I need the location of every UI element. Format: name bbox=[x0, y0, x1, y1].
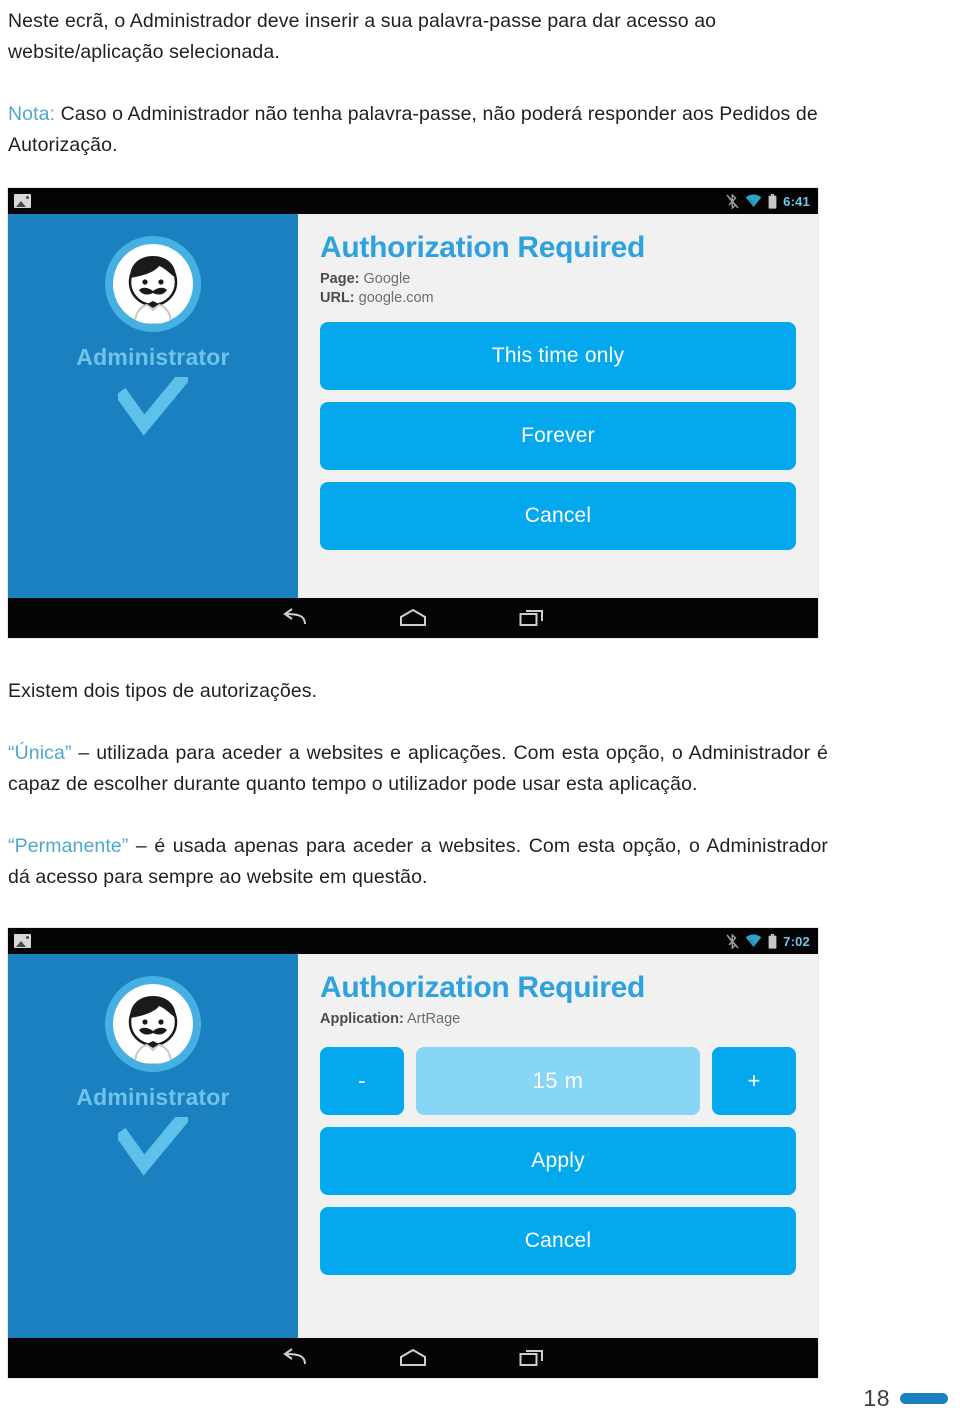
type-single-label: “Única” bbox=[8, 742, 72, 764]
user-sidebar: Administrator bbox=[8, 954, 298, 1338]
document-page: Neste ecrã, o Administrador deve inserir… bbox=[0, 0, 960, 1426]
image-icon bbox=[14, 934, 31, 948]
type-permanent-text: – é usada apenas para aceder a websites.… bbox=[8, 835, 828, 888]
navigation-bar bbox=[8, 1338, 818, 1378]
checkmark-icon bbox=[114, 369, 192, 442]
decrement-duration-button[interactable]: - bbox=[320, 1046, 404, 1115]
wifi-icon bbox=[745, 194, 762, 207]
home-icon[interactable] bbox=[399, 1348, 427, 1368]
battery-icon bbox=[768, 193, 777, 209]
administrator-label: Administrator bbox=[76, 344, 230, 370]
screenshot-authorization-website: 6:41 Administrator Authorization Require… bbox=[8, 188, 818, 638]
page-number: 18 bbox=[863, 1385, 890, 1411]
note-text: Caso o Administrador não tenha palavra-p… bbox=[8, 103, 818, 156]
screen-body: Administrator Authorization Required Pag… bbox=[8, 214, 818, 598]
cancel-button[interactable]: Cancel bbox=[320, 481, 796, 550]
checkmark-icon bbox=[114, 1109, 192, 1182]
back-icon[interactable] bbox=[281, 608, 307, 628]
page-footer: 18 bbox=[863, 1385, 948, 1412]
meta-page-label: Page: bbox=[320, 270, 360, 287]
meta-page-value: Google bbox=[359, 270, 411, 287]
administrator-avatar-icon bbox=[105, 236, 201, 332]
increment-duration-button[interactable]: + bbox=[712, 1046, 796, 1115]
page-title: Authorization Required bbox=[320, 971, 646, 1004]
duration-stepper: - 15 m + bbox=[320, 1046, 796, 1115]
status-bar-left bbox=[14, 194, 31, 208]
status-bar-right: 6:41 bbox=[726, 193, 810, 209]
meta-url-value: google.com bbox=[354, 289, 434, 306]
this-time-only-button[interactable]: This time only bbox=[320, 321, 796, 390]
meta-application-label: Application: bbox=[320, 1010, 404, 1027]
status-bar: 6:41 bbox=[8, 188, 818, 214]
battery-icon bbox=[768, 933, 777, 949]
apply-button[interactable]: Apply bbox=[320, 1126, 796, 1195]
status-bar-right: 7:02 bbox=[726, 933, 810, 949]
cancel-button[interactable]: Cancel bbox=[320, 1206, 796, 1275]
status-bar-time: 7:02 bbox=[783, 933, 810, 949]
user-sidebar: Administrator bbox=[8, 214, 298, 598]
meta-application-value: ArtRage bbox=[403, 1010, 461, 1027]
home-icon[interactable] bbox=[399, 608, 427, 628]
screen-body: Administrator Authorization Required App… bbox=[8, 954, 818, 1338]
authorization-panel: Authorization Required Application: ArtR… bbox=[298, 954, 818, 1338]
wifi-icon bbox=[745, 934, 762, 947]
authorization-panel: Authorization Required Page: Google URL:… bbox=[298, 214, 818, 598]
administrator-label: Administrator bbox=[76, 1084, 230, 1110]
status-bar-left bbox=[14, 934, 31, 948]
recent-apps-icon[interactable] bbox=[519, 1348, 545, 1368]
back-icon[interactable] bbox=[281, 1348, 307, 1368]
type-single-paragraph: “Única” – utilizada para aceder a websit… bbox=[8, 738, 828, 800]
forever-button[interactable]: Forever bbox=[320, 401, 796, 470]
intro-paragraph: Neste ecrã, o Administrador deve inserir… bbox=[8, 10, 717, 63]
status-bar-time: 6:41 bbox=[783, 193, 810, 209]
image-icon bbox=[14, 194, 31, 208]
types-intro-paragraph: Existem dois tipos de autorizações. bbox=[8, 680, 318, 702]
duration-value[interactable]: 15 m bbox=[416, 1046, 700, 1115]
type-single-text: – utilizada para aceder a websites e apl… bbox=[8, 742, 828, 795]
bluetooth-icon bbox=[726, 193, 739, 209]
note-label: Nota: bbox=[8, 103, 56, 125]
types-text-block: Existem dois tipos de autorizações. “Úni… bbox=[8, 676, 828, 893]
note-paragraph: Nota: Caso o Administrador não tenha pal… bbox=[8, 99, 828, 161]
page-title: Authorization Required bbox=[320, 231, 646, 264]
meta-url: URL: google.com bbox=[320, 289, 796, 308]
status-bar: 7:02 bbox=[8, 928, 818, 954]
administrator-face-icon bbox=[128, 996, 178, 1064]
administrator-face-icon bbox=[128, 256, 178, 324]
meta-application: Application: ArtRage bbox=[320, 1010, 796, 1029]
navigation-bar bbox=[8, 598, 818, 638]
footer-accent-bar bbox=[900, 1393, 948, 1404]
type-permanent-paragraph: “Permanente” – é usada apenas para acede… bbox=[8, 831, 828, 893]
type-permanent-label: “Permanente” bbox=[8, 835, 129, 857]
bluetooth-icon bbox=[726, 933, 739, 949]
intro-text-block: Neste ecrã, o Administrador deve inserir… bbox=[8, 6, 828, 161]
screenshot-authorization-application: 7:02 Administrator Authorization Require… bbox=[8, 928, 818, 1378]
meta-page: Page: Google bbox=[320, 270, 796, 289]
recent-apps-icon[interactable] bbox=[519, 608, 545, 628]
administrator-avatar-icon bbox=[105, 976, 201, 1072]
meta-url-label: URL: bbox=[320, 289, 355, 306]
